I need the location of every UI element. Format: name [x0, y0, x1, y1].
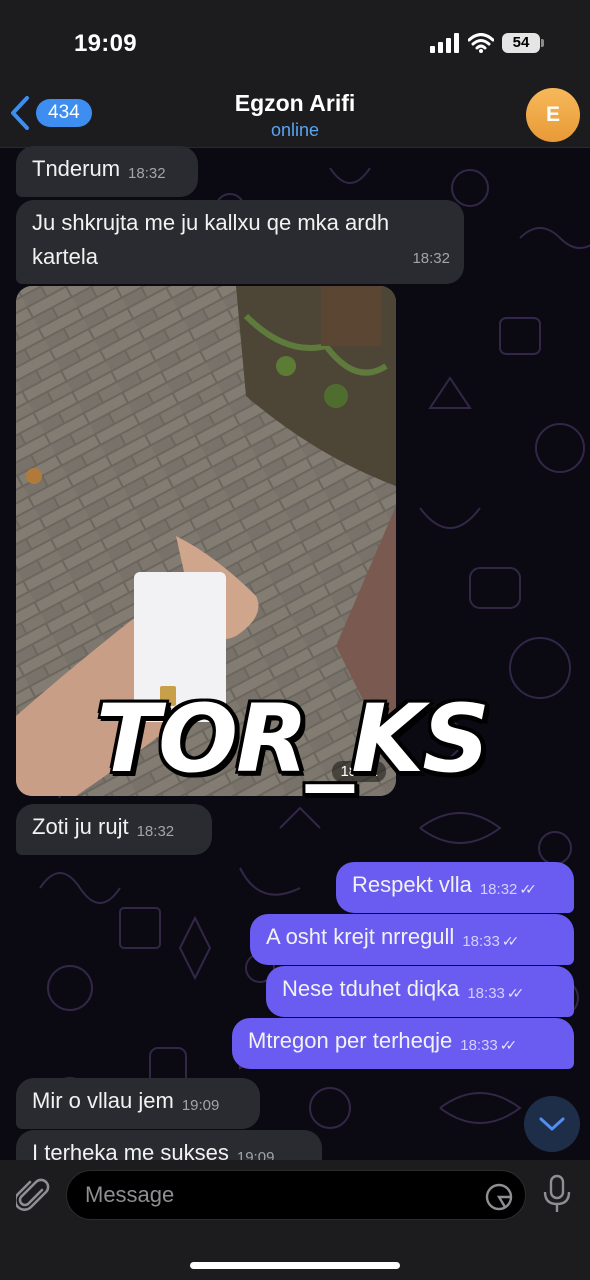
message-text-line-1: Ju shkrujta me ju kallxu qe mka ardh	[32, 210, 390, 235]
message-text: Mir o vllau jem	[32, 1088, 174, 1113]
status-icons: 54	[430, 33, 544, 53]
message-bubble-outgoing[interactable]: Nese tduhet diqka 18:33 ✓✓	[266, 966, 574, 1017]
message-time: 18:32	[479, 881, 518, 898]
double-check-icon: ✓✓	[501, 933, 520, 949]
microphone-button[interactable]	[542, 1174, 572, 1221]
message-time: 19:09	[181, 1097, 220, 1114]
message-input[interactable]	[66, 1170, 526, 1220]
message-bubble-incoming[interactable]: Zoti ju rujt 18:32	[16, 804, 212, 855]
avatar[interactable]: E	[526, 88, 580, 142]
message-text: Respekt vlla	[352, 872, 472, 897]
message-time: 18:33	[467, 985, 505, 1002]
message-text: I terheka me sukses	[32, 1140, 229, 1160]
message-bubble-incoming[interactable]: I terheka me sukses 19:09	[16, 1130, 322, 1160]
message-text: Zoti ju rujt	[32, 814, 129, 839]
signal-icon	[430, 33, 459, 53]
message-bubble-incoming[interactable]: Tnderum 18:32	[16, 146, 198, 197]
message-bubble-outgoing[interactable]: Respekt vlla 18:32 ✓✓	[336, 862, 574, 913]
double-check-icon: ✓✓	[519, 881, 537, 897]
message-text: Mtregon per terheqje	[248, 1028, 453, 1053]
sticker-button[interactable]	[484, 1182, 514, 1217]
message-bubble-incoming[interactable]: Ju shkrujta me ju kallxu qe mka ardh kar…	[16, 200, 464, 284]
paperclip-icon	[14, 1178, 50, 1211]
message-time: 18:32	[412, 250, 450, 267]
message-time: 18:33	[460, 1037, 498, 1054]
contact-name[interactable]: Egzon Arifi	[0, 90, 590, 117]
chevron-down-icon	[539, 1117, 565, 1131]
double-check-icon: ✓✓	[499, 1037, 518, 1053]
chat-header: 19:09 54 434 Egzon Arifi online E	[0, 0, 590, 148]
message-text: Nese tduhet diqka	[282, 976, 460, 1001]
home-indicator	[190, 1262, 400, 1269]
microphone-icon	[543, 1174, 571, 1212]
battery-icon: 54	[502, 33, 544, 53]
wifi-icon	[468, 33, 494, 53]
sticker-icon	[485, 1183, 513, 1211]
message-time: 18:32	[136, 823, 175, 840]
message-time: 18:33	[462, 933, 500, 950]
status-time: 19:09	[74, 30, 137, 57]
message-time: 19:09	[236, 1149, 275, 1160]
message-input-bar	[0, 1160, 590, 1280]
message-bubble-outgoing[interactable]: Mtregon per terheqje 18:33 ✓✓	[232, 1018, 574, 1069]
double-check-icon: ✓✓	[506, 985, 525, 1001]
contact-status: online	[270, 120, 320, 140]
message-bubble-incoming[interactable]: Mir o vllau jem 19:09	[16, 1078, 260, 1129]
message-time: 18:32	[128, 165, 166, 182]
watermark-text: TOR_KS	[96, 685, 490, 794]
message-text: A osht krejt nrregull	[266, 924, 455, 949]
attach-button[interactable]	[14, 1176, 50, 1219]
scroll-down-button[interactable]	[524, 1096, 580, 1152]
message-bubble-outgoing[interactable]: A osht krejt nrregull 18:33 ✓✓	[250, 914, 574, 965]
message-text: Tnderum	[32, 156, 121, 181]
message-text-line-2: kartela	[32, 244, 99, 269]
